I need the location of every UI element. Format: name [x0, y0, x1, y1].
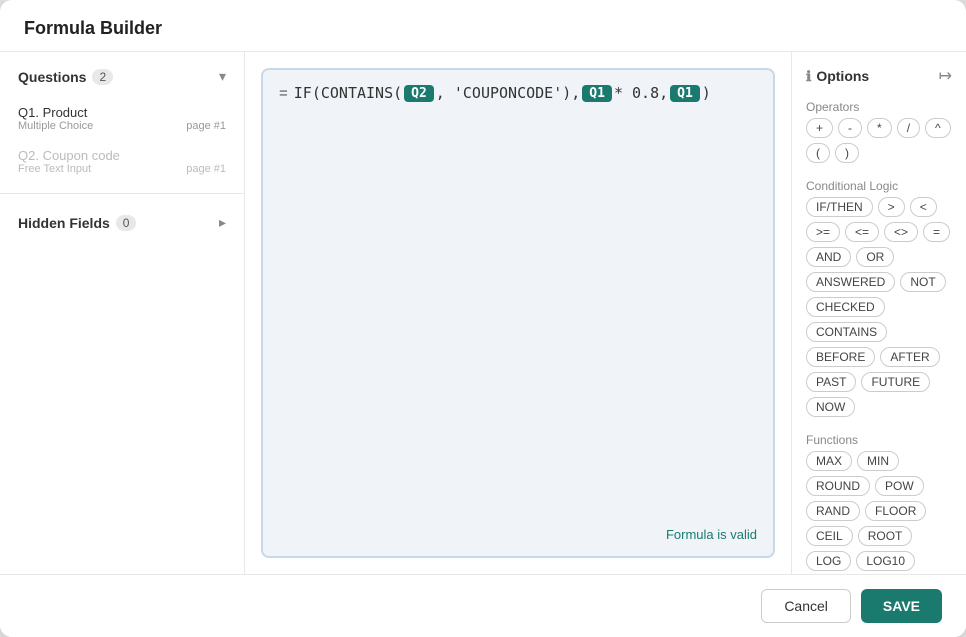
- options-title: ℹ Options: [806, 68, 869, 85]
- formula-editor[interactable]: = IF(CONTAINS( Q2 , 'COUPONCODE'), Q1 * …: [261, 68, 775, 558]
- functions-section: Functions MAX MIN ROUND POW RAND FLOOR C…: [806, 433, 952, 574]
- chevron-right-icon: ▸: [219, 214, 226, 231]
- cond-now[interactable]: NOW: [806, 397, 855, 417]
- questions-badge: 2: [92, 69, 113, 85]
- cond-before[interactable]: BEFORE: [806, 347, 875, 367]
- modal-header: Formula Builder: [0, 0, 966, 52]
- formula-tag-q1-second[interactable]: Q1: [670, 85, 700, 102]
- formula-tag-q1-first[interactable]: Q1: [582, 85, 612, 102]
- operators-section: Operators + - * / ^ ( ): [806, 100, 952, 169]
- hidden-fields-section[interactable]: Hidden Fields 0 ▸: [0, 204, 244, 241]
- cond-not[interactable]: NOT: [900, 272, 945, 292]
- cond-neq[interactable]: <>: [884, 222, 918, 242]
- operators-group: + - * / ^ ( ): [806, 118, 952, 163]
- op-multiply[interactable]: *: [867, 118, 892, 138]
- cond-if-then[interactable]: IF/THEN: [806, 197, 873, 217]
- op-divide[interactable]: /: [897, 118, 920, 138]
- formula-middle2: * 0.8,: [614, 84, 668, 102]
- op-plus[interactable]: +: [806, 118, 833, 138]
- fn-log[interactable]: LOG: [806, 551, 851, 571]
- questions-section-header[interactable]: Questions 2 ▾: [0, 68, 244, 97]
- fn-floor[interactable]: FLOOR: [865, 501, 926, 521]
- chevron-down-icon: ▾: [219, 68, 226, 85]
- fn-ceil[interactable]: CEIL: [806, 526, 853, 546]
- functions-group: MAX MIN ROUND POW RAND FLOOR CEIL ROOT L…: [806, 451, 952, 574]
- formula-prefix: IF(CONTAINS(: [294, 84, 402, 102]
- cond-eq[interactable]: =: [923, 222, 950, 242]
- options-panel: ℹ Options ↦ Operators + - * / ^ ( ) Con: [791, 52, 966, 574]
- cond-gt[interactable]: >: [878, 197, 905, 217]
- formula-tag-q2[interactable]: Q2: [404, 85, 434, 102]
- fn-pow[interactable]: POW: [875, 476, 924, 496]
- functions-label: Functions: [806, 433, 952, 447]
- fn-min[interactable]: MIN: [857, 451, 899, 471]
- op-caret[interactable]: ^: [925, 118, 951, 138]
- formula-area: = IF(CONTAINS( Q2 , 'COUPONCODE'), Q1 * …: [245, 52, 791, 574]
- modal-footer: Cancel SAVE: [0, 574, 966, 637]
- sidebar-item-q1[interactable]: Q1. Product Multiple Choice page #1: [0, 97, 244, 140]
- modal-title: Formula Builder: [24, 18, 162, 38]
- sidebar-divider: [0, 193, 244, 194]
- op-open-paren[interactable]: (: [806, 143, 830, 163]
- hidden-fields-title: Hidden Fields 0: [18, 215, 136, 231]
- info-icon: ℹ: [806, 68, 811, 85]
- formula-builder-modal: Formula Builder Questions 2 ▾ Q1. Produc…: [0, 0, 966, 637]
- modal-body: Questions 2 ▾ Q1. Product Multiple Choic…: [0, 52, 966, 574]
- cond-contains[interactable]: CONTAINS: [806, 322, 887, 342]
- cond-and[interactable]: AND: [806, 247, 851, 267]
- cond-or[interactable]: OR: [856, 247, 894, 267]
- conditional-group: IF/THEN > < >= <= <> = AND OR ANSWERED N…: [806, 197, 952, 417]
- questions-title: Questions 2: [18, 69, 113, 85]
- sidebar-item-q2[interactable]: Q2. Coupon code Free Text Input page #1: [0, 140, 244, 183]
- save-button[interactable]: SAVE: [861, 589, 942, 623]
- export-icon[interactable]: ↦: [939, 66, 952, 86]
- formula-valid-text: Formula is valid: [279, 519, 757, 542]
- cond-answered[interactable]: ANSWERED: [806, 272, 895, 292]
- formula-equals: =: [279, 85, 288, 102]
- cond-after[interactable]: AFTER: [880, 347, 939, 367]
- cond-past[interactable]: PAST: [806, 372, 856, 392]
- fn-root[interactable]: ROOT: [858, 526, 913, 546]
- conditional-label: Conditional Logic: [806, 179, 952, 193]
- fn-log10[interactable]: LOG10: [856, 551, 915, 571]
- fn-rand[interactable]: RAND: [806, 501, 860, 521]
- cond-lte[interactable]: <=: [845, 222, 879, 242]
- cond-gte[interactable]: >=: [806, 222, 840, 242]
- fn-round[interactable]: ROUND: [806, 476, 870, 496]
- conditional-section: Conditional Logic IF/THEN > < >= <= <> =…: [806, 179, 952, 423]
- cond-future[interactable]: FUTURE: [861, 372, 930, 392]
- hidden-fields-badge: 0: [116, 215, 137, 231]
- fn-max[interactable]: MAX: [806, 451, 852, 471]
- operators-label: Operators: [806, 100, 952, 114]
- op-close-paren[interactable]: ): [835, 143, 859, 163]
- cond-lt[interactable]: <: [910, 197, 937, 217]
- formula-suffix: ): [702, 84, 711, 102]
- cancel-button[interactable]: Cancel: [761, 589, 851, 623]
- cond-checked[interactable]: CHECKED: [806, 297, 885, 317]
- op-minus[interactable]: -: [838, 118, 862, 138]
- formula-middle1: , 'COUPONCODE'),: [436, 84, 581, 102]
- formula-line: = IF(CONTAINS( Q2 , 'COUPONCODE'), Q1 * …: [279, 84, 757, 102]
- options-header: ℹ Options ↦: [806, 66, 952, 86]
- sidebar: Questions 2 ▾ Q1. Product Multiple Choic…: [0, 52, 245, 574]
